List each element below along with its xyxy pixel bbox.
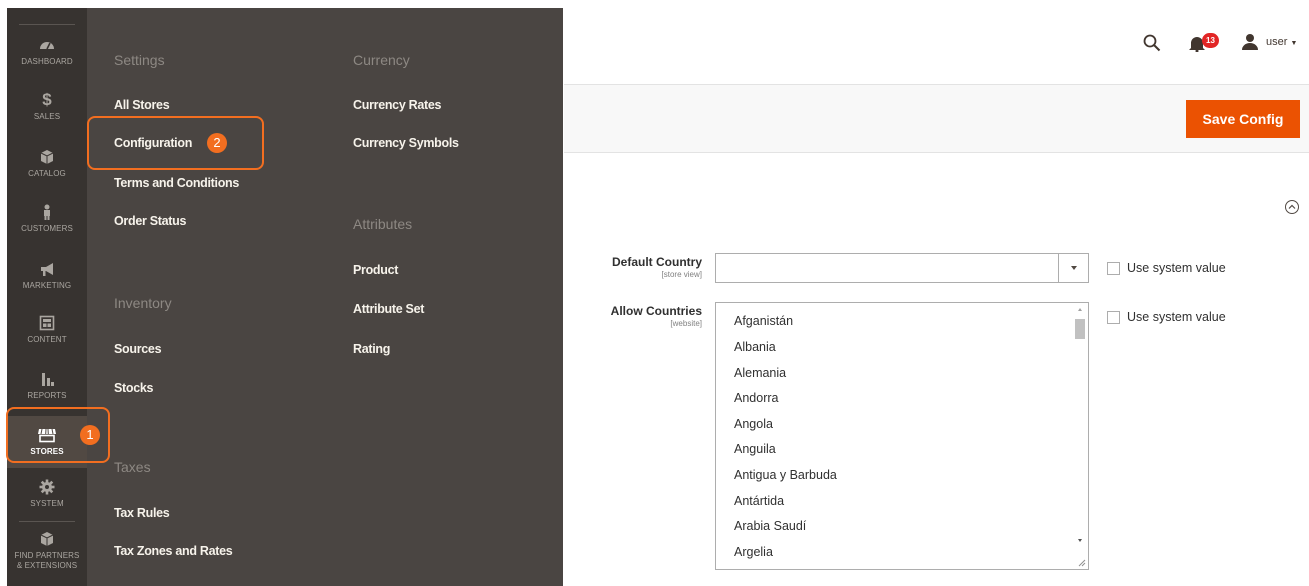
nav-item-dashboard[interactable]: DASHBOARD — [7, 36, 87, 66]
all-stores-link[interactable]: All Stores — [114, 98, 170, 112]
tax-rules-link[interactable]: Tax Rules — [114, 506, 170, 520]
user-icon[interactable] — [1241, 33, 1259, 51]
gear-icon — [39, 479, 55, 495]
save-config-button[interactable]: Save Config — [1186, 100, 1300, 138]
resize-grip-icon[interactable] — [1076, 557, 1086, 567]
step-badge-1: 1 — [80, 425, 100, 445]
country-option[interactable]: Arabia Saudí — [734, 519, 806, 533]
dashboard-icon — [40, 42, 54, 50]
allow-countries-label: Allow Countries — [610, 304, 702, 318]
scroll-down-icon[interactable] — [1074, 535, 1086, 545]
nav-item-reports[interactable]: REPORTS — [7, 370, 87, 400]
person-icon — [44, 204, 50, 220]
attribute-set-link[interactable]: Attribute Set — [353, 302, 424, 316]
nav-item-marketing[interactable]: MARKETING — [7, 260, 87, 290]
country-option[interactable]: Antártida — [734, 494, 784, 508]
chevron-down-icon: ▼ — [1290, 40, 1298, 47]
nav-item-customers[interactable]: CUSTOMERS — [7, 203, 87, 233]
taxes-heading: Taxes — [114, 459, 151, 475]
rating-link[interactable]: Rating — [353, 342, 390, 356]
currency-rates-link[interactable]: Currency Rates — [353, 98, 442, 112]
section-collapse-icon[interactable] — [1285, 200, 1299, 214]
product-attribute-link[interactable]: Product — [353, 263, 398, 277]
country-option[interactable]: Alemania — [734, 366, 786, 380]
user-menu[interactable]: user ▼ — [1266, 36, 1297, 48]
bar-chart-icon — [42, 373, 54, 386]
list-scrollbar[interactable] — [1074, 305, 1086, 567]
stores-flyout-menu: Settings All Stores Configuration Terms … — [87, 8, 563, 586]
allow-countries-scope: [website] — [670, 319, 702, 328]
default-country-label: Default Country — [612, 255, 702, 269]
country-option[interactable]: Argelia — [734, 545, 773, 559]
nav-item-sales[interactable]: $ SALES — [7, 90, 87, 122]
attributes-heading: Attributes — [353, 216, 413, 232]
search-icon[interactable] — [1143, 34, 1161, 52]
nav-divider — [19, 521, 75, 522]
admin-page: DASHBOARD $ SALES CATALOG CUSTOMERS MARK… — [0, 0, 1309, 586]
sources-link[interactable]: Sources — [114, 342, 162, 356]
box-icon — [40, 532, 54, 546]
nav-item-content[interactable]: CONTENT — [7, 314, 87, 344]
default-country-select[interactable] — [715, 253, 1089, 283]
tax-zones-and-rates-link[interactable]: Tax Zones and Rates — [114, 544, 233, 558]
megaphone-icon — [41, 263, 53, 276]
order-status-link[interactable]: Order Status — [114, 214, 186, 228]
configuration-highlight-outline — [87, 116, 264, 170]
step-badge-2: 2 — [207, 133, 227, 153]
nav-item-find-partners[interactable]: FIND PARTNERS & EXTENSIONS — [7, 530, 87, 571]
default-country-scope: [store view] — [661, 270, 702, 279]
inventory-heading: Inventory — [114, 295, 172, 311]
country-option[interactable]: Andorra — [734, 391, 778, 405]
country-option[interactable]: Albania — [734, 340, 776, 354]
layout-icon — [39, 315, 55, 331]
nav-top-divider — [19, 24, 75, 25]
currency-heading: Currency — [353, 52, 410, 68]
scrollbar-thumb[interactable] — [1075, 319, 1085, 339]
nav-item-system[interactable]: SYSTEM — [7, 478, 87, 508]
allow-countries-label-block: Allow Countries [website] — [564, 302, 702, 332]
currency-symbols-link[interactable]: Currency Symbols — [353, 136, 459, 150]
allow-countries-use-system-label: Use system value — [1127, 310, 1226, 324]
terms-and-conditions-link[interactable]: Terms and Conditions — [114, 176, 239, 190]
admin-sidebar: DASHBOARD $ SALES CATALOG CUSTOMERS MARK… — [7, 8, 87, 586]
chevron-down-icon — [1071, 266, 1077, 270]
country-option[interactable]: Anguila — [734, 442, 776, 456]
default-country-use-system-checkbox[interactable] — [1107, 262, 1120, 275]
select-arrow — [1058, 254, 1088, 282]
allow-countries-use-system-checkbox[interactable] — [1107, 311, 1120, 324]
allow-countries-multiselect[interactable]: Afganistán Albania Alemania Andorra Ango… — [715, 302, 1089, 570]
country-option[interactable]: Afganistán — [734, 314, 793, 328]
nav-item-catalog[interactable]: CATALOG — [7, 148, 87, 178]
scroll-up-icon[interactable] — [1074, 305, 1086, 315]
settings-heading: Settings — [114, 52, 165, 68]
stocks-link[interactable]: Stocks — [114, 381, 154, 395]
default-country-use-system-label: Use system value — [1127, 261, 1226, 275]
dollar-icon: $ — [42, 90, 52, 109]
notification-count-badge[interactable]: 13 — [1202, 33, 1219, 48]
user-name: user — [1266, 36, 1288, 48]
country-option[interactable]: Antigua y Barbuda — [734, 468, 837, 482]
box-icon — [40, 150, 54, 164]
default-country-label-block: Default Country [store view] — [564, 253, 702, 283]
country-option[interactable]: Angola — [734, 417, 773, 431]
